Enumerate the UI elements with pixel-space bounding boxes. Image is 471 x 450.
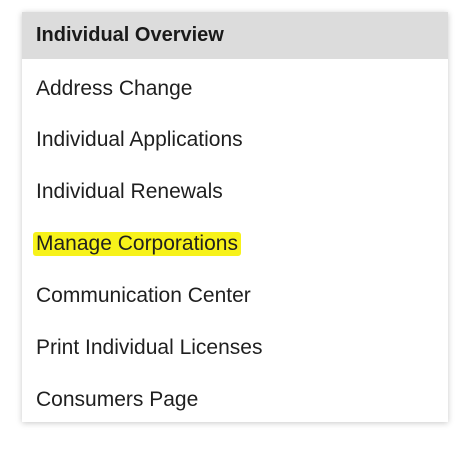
- menu-item-individual-renewals[interactable]: Individual Renewals: [22, 166, 448, 218]
- menu-item-label: Print Individual Licenses: [36, 336, 263, 359]
- menu-item-address-change[interactable]: Address Change: [22, 59, 448, 114]
- menu-item-print-individual-licenses[interactable]: Print Individual Licenses: [22, 322, 448, 374]
- menu-item-label: Consumers Page: [36, 388, 199, 411]
- menu-item-label-highlighted: Manage Corporations: [33, 232, 241, 256]
- menu-item-label: Individual Applications: [36, 128, 243, 151]
- menu-list: Address Change Individual Applications I…: [22, 59, 448, 426]
- menu-item-label: Address Change: [36, 76, 193, 100]
- menu-item-manage-corporations[interactable]: Manage Corporations: [22, 218, 448, 270]
- menu-item-label: Individual Renewals: [36, 180, 223, 203]
- menu-item-communication-center[interactable]: Communication Center: [22, 270, 448, 322]
- menu-header[interactable]: Individual Overview: [22, 12, 448, 59]
- menu-item-label: Communication Center: [36, 284, 251, 307]
- menu-item-consumers-page[interactable]: Consumers Page: [22, 374, 448, 426]
- navigation-menu: Individual Overview Address Change Indiv…: [22, 12, 448, 422]
- menu-item-individual-applications[interactable]: Individual Applications: [22, 114, 448, 166]
